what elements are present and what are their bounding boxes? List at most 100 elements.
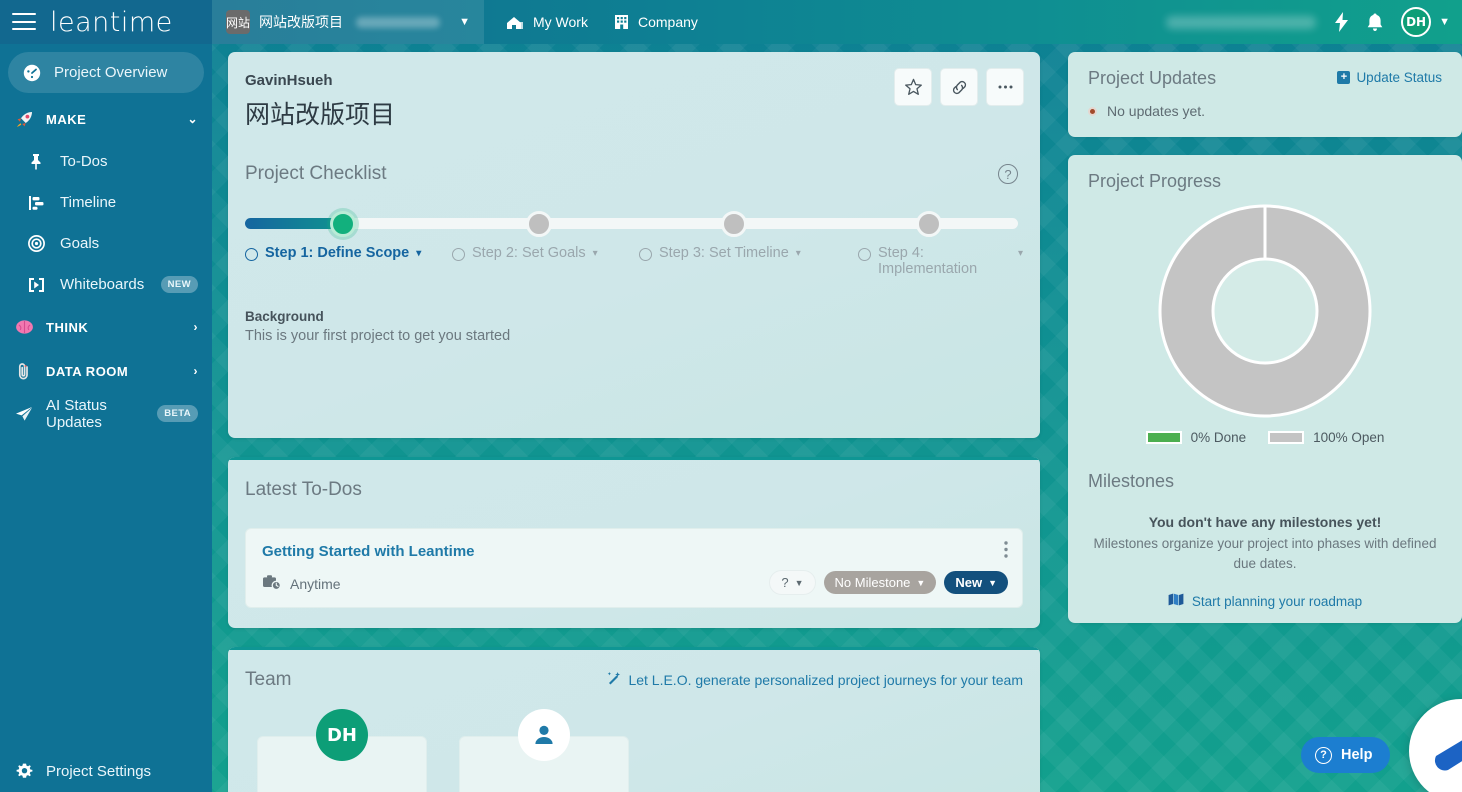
update-status-button[interactable]: + Update Status: [1337, 70, 1442, 85]
copy-link-button[interactable]: [940, 68, 978, 106]
rocket-icon: [14, 110, 34, 129]
milestones-empty-body: Milestones organize your project into ph…: [1093, 536, 1437, 571]
stepper-label-step-2-text: Step 2: Set Goals: [472, 245, 586, 261]
leantime-logo[interactable]: leantime: [50, 7, 173, 38]
stepper-dot-step-4[interactable]: [916, 211, 942, 237]
lightning-bolt-icon[interactable]: [1334, 12, 1349, 32]
nav-my-work-label: My Work: [533, 14, 588, 30]
question-mark-icon[interactable]: ?: [998, 164, 1018, 184]
sidebar-item-to-dos[interactable]: To-Dos: [0, 141, 212, 182]
top-navigation-bar: leantime 网站 网站改版项目 ▼ My Work Company DH …: [0, 0, 1462, 44]
stepper-label-step-4[interactable]: Step 4: Implementation ▾: [858, 245, 1023, 277]
step-circle-icon: [639, 248, 652, 261]
sidebar-item-ai-status-label: AI Status Updates: [46, 396, 107, 431]
nav-company[interactable]: Company: [614, 14, 698, 30]
sidebar-item-timeline[interactable]: Timeline: [0, 182, 212, 223]
stepper-label-step-4-text: Step 4: Implementation: [878, 245, 978, 277]
card-top-strip: [228, 647, 1040, 650]
sidebar-item-goals[interactable]: Goals: [0, 223, 212, 264]
sidebar-item-whiteboards[interactable]: Whiteboards NEW: [0, 264, 212, 305]
sidebar-footer: Project Settings: [0, 751, 212, 792]
timeline-icon: [26, 195, 46, 211]
user-avatar[interactable]: DH: [1401, 7, 1432, 37]
todo-item-controls: ? ▼ No Milestone ▼ New ▼: [769, 570, 1008, 595]
stepper-label-step-2[interactable]: Step 2: Set Goals ▾: [452, 245, 598, 261]
help-button-label: Help: [1341, 747, 1373, 763]
stepper-dot-step-2[interactable]: [526, 211, 552, 237]
sidebar-item-project-settings[interactable]: Project Settings: [0, 751, 212, 792]
top-nav-links: My Work Company: [484, 0, 698, 44]
todo-priority-dropdown[interactable]: ? ▼: [769, 570, 816, 595]
step-circle-icon: [245, 248, 258, 261]
todo-list-item[interactable]: Getting Started with Leantime Anytime ? …: [245, 528, 1023, 608]
right-sidebar-column: Project Updates + Update Status No updat…: [1068, 52, 1462, 624]
whiteboards-new-badge: NEW: [160, 276, 198, 293]
todo-item-title[interactable]: Getting Started with Leantime: [262, 543, 1006, 560]
project-tab-name: 网站改版项目: [259, 14, 343, 30]
stepper-label-step-1[interactable]: Step 1: Define Scope ▾: [245, 245, 421, 261]
kebab-menu-icon[interactable]: [1004, 541, 1008, 558]
donut-chart-svg: [1158, 204, 1372, 418]
gear-icon: [14, 763, 34, 780]
more-options-button[interactable]: [986, 68, 1024, 106]
sidebar-group-make[interactable]: MAKE ⌄: [0, 97, 212, 141]
project-badge: 网站: [226, 10, 250, 34]
chevron-down-icon[interactable]: ▾: [796, 248, 801, 259]
sidebar-group-data-room[interactable]: DATA ROOM ›: [0, 349, 212, 393]
sidebar-group-think[interactable]: THINK ›: [0, 305, 212, 349]
invite-user-card[interactable]: Invite User: [459, 709, 629, 792]
todo-item-due-label: Anytime: [290, 575, 341, 592]
start-planning-roadmap-link[interactable]: Start planning your roadmap: [1088, 593, 1442, 609]
todo-milestone-value: No Milestone: [834, 575, 911, 590]
whiteboard-icon: [26, 277, 46, 293]
nav-my-work[interactable]: My Work: [506, 14, 588, 30]
progress-legend: 0% Done 100% Open: [1088, 430, 1442, 445]
legend-item-done: 0% Done: [1145, 430, 1246, 445]
chevron-down-icon: ▼: [794, 577, 804, 588]
company-building-icon: [614, 14, 629, 30]
chevron-down-icon[interactable]: ▼: [459, 16, 470, 28]
todos-title: Latest To-Dos: [245, 479, 362, 500]
hamburger-menu-icon[interactable]: [12, 13, 36, 31]
sidebar-group-data-room-label: DATA ROOM: [46, 363, 129, 379]
chevron-down-icon: ▼: [988, 577, 997, 588]
stepper-label-step-3[interactable]: Step 3: Set Timeline ▾: [639, 245, 801, 261]
project-updates-empty: No updates yet.: [1088, 103, 1442, 119]
notifications-bell-icon[interactable]: [1367, 13, 1383, 32]
project-switcher-tab[interactable]: 网站 网站改版项目 ▼: [212, 0, 484, 44]
team-title: Team: [245, 669, 292, 690]
target-icon: [26, 235, 46, 252]
sidebar-item-ai-status-updates[interactable]: AI Status Updates BETA: [0, 393, 212, 434]
sidebar-group-think-label: THINK: [46, 319, 89, 335]
chevron-right-icon[interactable]: ›: [194, 364, 199, 378]
todo-milestone-dropdown[interactable]: No Milestone ▼: [823, 571, 937, 594]
chevron-down-icon[interactable]: ▾: [593, 248, 598, 259]
legend-item-open: 100% Open: [1268, 430, 1384, 445]
milestones-empty-title: You don't have any milestones yet!: [1148, 514, 1382, 530]
milestones-title: Milestones: [1088, 471, 1175, 491]
stepper-label-step-3-text: Step 3: Set Timeline: [659, 245, 789, 261]
stepper-dot-step-3[interactable]: [721, 211, 747, 237]
background-text: This is your first project to get you st…: [245, 328, 511, 344]
help-button[interactable]: ? Help: [1301, 737, 1391, 773]
person-add-icon: [518, 709, 570, 761]
team-member-card[interactable]: DH dermot hsueh: [257, 709, 427, 792]
project-progress-card: Project Progress 0% Done 100% Open Miles…: [1068, 155, 1462, 624]
chevron-down-icon[interactable]: ⌄: [187, 112, 198, 126]
stepper-dot-step-1[interactable]: [330, 211, 356, 237]
start-planning-roadmap-label: Start planning your roadmap: [1191, 593, 1363, 609]
main-content-column: GavinHsueh 网站改版项目 Project Checklist ? St…: [228, 52, 1040, 792]
avatar-chevron-down-icon[interactable]: ▼: [1439, 16, 1450, 28]
todo-status-dropdown[interactable]: New ▼: [944, 571, 1008, 594]
chevron-down-icon[interactable]: ▾: [416, 248, 421, 259]
chevron-right-icon[interactable]: ›: [194, 320, 199, 334]
project-updates-card: Project Updates + Update Status No updat…: [1068, 52, 1462, 137]
chevron-down-icon: ▼: [916, 577, 926, 588]
sidebar-item-project-overview[interactable]: Project Overview: [8, 52, 204, 93]
favorite-star-button[interactable]: [894, 68, 932, 106]
question-circle-icon: ?: [1315, 746, 1332, 764]
chevron-down-icon[interactable]: ▾: [1018, 248, 1023, 259]
sidebar-overview-label: Project Overview: [54, 64, 168, 81]
leo-generate-journeys-link[interactable]: Let L.E.O. generate personalized project…: [606, 671, 1023, 689]
sidebar-item-to-dos-label: To-Dos: [60, 153, 108, 170]
